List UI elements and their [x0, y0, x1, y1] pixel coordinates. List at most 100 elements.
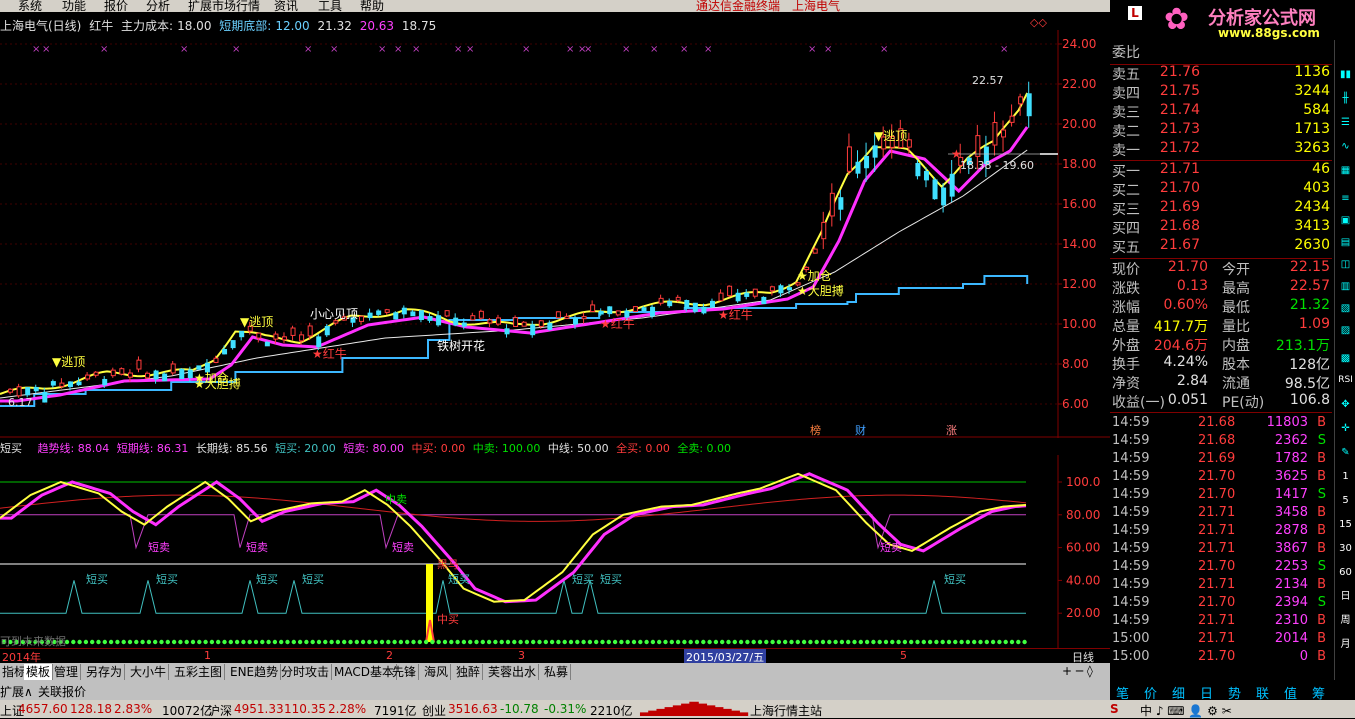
candle-icon[interactable]: ╫	[1337, 90, 1354, 107]
tick-volume: 3867	[1274, 541, 1308, 556]
l-icon[interactable]: L	[1128, 6, 1142, 20]
level-label: 买五	[1112, 240, 1140, 256]
quote-level-row[interactable]: 买三 21.69 2434	[1110, 199, 1332, 218]
period-month-icon[interactable]: 月	[1337, 636, 1354, 653]
tile-icon[interactable]: ▥	[1337, 278, 1354, 295]
split-icon[interactable]: ▨	[1337, 322, 1354, 339]
period-1-icon[interactable]: 1	[1337, 468, 1354, 485]
tab-related-quote[interactable]: 关联报价	[38, 683, 86, 700]
menu-analysis[interactable]: 分析	[146, 0, 170, 12]
quote-level-row[interactable]: 买五 21.67 2630	[1110, 237, 1332, 256]
candle-body	[941, 187, 947, 206]
event-finance[interactable]: 财	[855, 423, 866, 437]
layout-icon[interactable]: ▤	[1337, 234, 1354, 251]
rsi-icon[interactable]: RSI	[1337, 372, 1354, 389]
quote-level-row[interactable]: 买四 21.68 3413	[1110, 218, 1332, 237]
period-30-icon[interactable]: 30	[1337, 540, 1354, 557]
ime-icon[interactable]: S	[1110, 702, 1119, 716]
tab-big-small-bull[interactable]: 大小牛	[128, 664, 170, 680]
period-5-icon[interactable]: 5	[1337, 492, 1354, 509]
zoom-controls[interactable]: + ─ ◊	[1062, 664, 1093, 678]
candle-body	[359, 315, 365, 322]
quote-level-row[interactable]: 买一 21.71 46	[1110, 161, 1332, 180]
pane-icon[interactable]: ▧	[1337, 300, 1354, 317]
line-chart-icon[interactable]: ∿	[1337, 138, 1354, 155]
tab-timeshare-attack[interactable]: 分时攻击	[279, 664, 333, 680]
signal-dot	[776, 639, 782, 645]
event-rise[interactable]: 涨	[946, 424, 957, 437]
level-volume: 403	[1303, 180, 1330, 196]
chart-icon[interactable]: ◫	[1337, 256, 1354, 273]
menu-extended-market[interactable]: 扩展市场行情	[188, 0, 260, 12]
event-rank[interactable]: 榜	[810, 423, 821, 437]
chart-control-icons[interactable]: ◇◇	[1030, 16, 1047, 29]
tick-volume: 3458	[1274, 505, 1308, 520]
tab-template[interactable]: 模板	[24, 664, 54, 680]
short-sell-label-2: 短卖	[246, 540, 268, 554]
stack-icon[interactable]: ▩	[1337, 350, 1354, 367]
signal-dot	[871, 639, 876, 645]
tab-pioneer[interactable]: 先锋	[390, 664, 420, 680]
period-60-icon[interactable]: 60	[1337, 564, 1354, 581]
osc-all-sell: 全卖: 0.00	[677, 442, 732, 455]
stat-value-2: 22.57	[1289, 278, 1330, 294]
compass-icon[interactable]: ✥	[1337, 396, 1354, 413]
level-price: 21.68	[1159, 218, 1200, 234]
candle-body	[470, 315, 476, 321]
tab-manage[interactable]: 管理	[52, 664, 82, 680]
list-icon[interactable]: ≡	[1337, 190, 1354, 207]
candle-body	[102, 378, 108, 386]
window-icon[interactable]: ▣	[1337, 212, 1354, 229]
stat-label-2: PE(动)	[1222, 395, 1265, 411]
signal-dot	[946, 639, 952, 645]
signal-dot	[247, 639, 252, 645]
tick-time: 14:59	[1112, 415, 1150, 430]
cy-change: -10.78	[500, 702, 539, 716]
tab-sea-wind[interactable]: 海风	[422, 664, 452, 680]
period-week-icon[interactable]: 周	[1337, 612, 1354, 629]
quote-level-row[interactable]: 卖三 21.74 584	[1110, 102, 1332, 121]
quote-level-row[interactable]: 卖四 21.75 3244	[1110, 83, 1332, 102]
tab-save-as[interactable]: 另存为	[84, 664, 126, 680]
move-icon[interactable]: ✛	[1337, 420, 1354, 437]
menu-help[interactable]: 帮助	[360, 0, 384, 12]
sz-label: 沪深	[208, 704, 233, 718]
grid-icon[interactable]: ▦	[1337, 162, 1354, 179]
signal-dot	[348, 639, 353, 645]
tab-lotus[interactable]: 芙蓉出水	[486, 664, 540, 680]
tab-drunk[interactable]: 独醉	[454, 664, 484, 680]
tab-expand[interactable]: 扩展∧	[0, 683, 33, 700]
tab-private[interactable]: 私募	[542, 664, 572, 680]
tab-macd-basic[interactable]: MACD基本	[332, 664, 397, 680]
cy-percent: -0.31%	[544, 702, 587, 716]
tab-color-main[interactable]: 五彩主图	[172, 664, 226, 680]
period-day-icon[interactable]: 日	[1337, 588, 1354, 605]
ime-tools[interactable]: 中 ♪ ⌨ 👤 ⚙ ✂	[1140, 702, 1232, 719]
menu-function[interactable]: 功能	[62, 0, 86, 12]
tab-ene-trend[interactable]: ENE趋势	[228, 664, 282, 680]
menu-system[interactable]: 系统	[18, 0, 42, 12]
menu-tools[interactable]: 工具	[318, 0, 342, 12]
draw-icon[interactable]: ✎	[1337, 444, 1354, 461]
signal-dot	[360, 639, 366, 645]
menu-news[interactable]: 资讯	[274, 0, 298, 12]
quote-level-row[interactable]: 卖一 21.72 3263	[1110, 140, 1332, 159]
quote-level-row[interactable]: 卖二 21.73 1713	[1110, 121, 1332, 140]
signal-x-mark: ×	[566, 44, 574, 55]
signal-dot	[405, 639, 410, 645]
tick-row: 14:59 21.68 11803 B	[1110, 415, 1332, 433]
signal-x-mark: ×	[880, 44, 888, 55]
signal-dot	[537, 639, 542, 645]
careful-top-label: 小心见顶	[310, 307, 358, 321]
period-15-icon[interactable]: 15	[1337, 516, 1354, 533]
quote-level-row[interactable]: 卖五 21.76 1136	[1110, 64, 1332, 83]
candle-body	[444, 310, 450, 317]
tick-direction: B	[1317, 415, 1326, 430]
stat-value-2: 22.15	[1289, 259, 1330, 275]
bar-chart-icon[interactable]: ▮▮	[1337, 66, 1354, 83]
signal-dot	[499, 639, 504, 645]
menu-quote[interactable]: 报价	[104, 0, 128, 12]
candle-body	[170, 363, 176, 374]
ladder-icon[interactable]: ☰	[1337, 114, 1354, 131]
quote-level-row[interactable]: 买二 21.70 403	[1110, 180, 1332, 199]
